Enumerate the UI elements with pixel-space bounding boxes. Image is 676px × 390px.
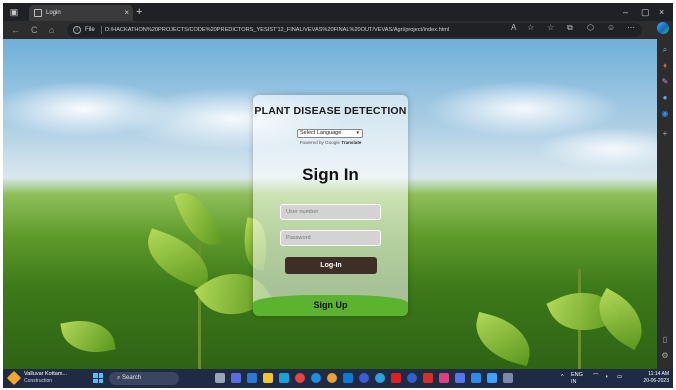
address-input[interactable]: i File D:/HACKATHON%20PROJECTS/CODE%20PR… xyxy=(67,23,642,37)
sidebar-toggle-icon[interactable]: ▯ xyxy=(660,335,670,345)
language-select-value: Select Language xyxy=(300,130,342,136)
chat-icon[interactable] xyxy=(231,373,241,383)
sign-up-button[interactable]: Sign Up xyxy=(253,295,408,316)
login-card: PLANT DISEASE DETECTION Select Language … xyxy=(253,95,408,316)
app-icon[interactable] xyxy=(503,373,513,383)
back-button[interactable]: ← xyxy=(11,24,20,36)
address-divider xyxy=(101,26,102,34)
leaf xyxy=(60,314,116,359)
tab-bar: ▣ Login × + – ▢ × xyxy=(3,3,673,21)
chrome-icon[interactable] xyxy=(295,373,305,383)
app-icon[interactable] xyxy=(455,373,465,383)
tab-close-icon[interactable]: × xyxy=(124,7,129,19)
battery-icon[interactable]: ▭ xyxy=(617,374,622,381)
read-aloud-icon[interactable]: A xyxy=(511,23,516,33)
app-title: PLANT DISEASE DETECTION xyxy=(254,105,407,117)
volume-icon[interactable]: ◖ xyxy=(605,374,608,381)
app-icon[interactable] xyxy=(327,373,337,383)
page-background: PLANT DISEASE DETECTION Select Language … xyxy=(3,39,657,369)
date-label: 20-06-2023 xyxy=(643,378,669,384)
tab-actions-icon[interactable]: ▣ xyxy=(8,6,20,18)
taskbar-search[interactable]: ⌕ Search xyxy=(109,372,179,385)
vscode-icon[interactable] xyxy=(343,373,353,383)
chevron-down-icon: ▾ xyxy=(356,130,359,136)
google-logo-text[interactable]: Google xyxy=(325,140,340,145)
minimize-button[interactable]: – xyxy=(623,5,628,19)
time-label: 11:14 AM xyxy=(648,371,669,377)
wifi-icon[interactable]: ⌒ xyxy=(593,374,599,381)
file-explorer-icon[interactable] xyxy=(263,373,273,383)
translate-link[interactable]: Translate xyxy=(341,140,361,145)
app-icon[interactable] xyxy=(471,373,481,383)
language-select[interactable]: Select Language ▾ xyxy=(297,129,363,138)
copilot-icon[interactable] xyxy=(657,22,669,34)
app-icon[interactable] xyxy=(407,373,417,383)
tools-icon[interactable]: ✎ xyxy=(660,77,670,87)
search-label: Search xyxy=(122,375,142,381)
collections-icon[interactable]: ⧉ xyxy=(567,23,573,33)
favorite-star-icon[interactable]: ☆ xyxy=(527,23,534,33)
favorites-icon[interactable]: ☆ xyxy=(547,23,554,33)
sign-in-heading: Sign In xyxy=(302,165,359,184)
home-button[interactable]: ⌂ xyxy=(49,24,54,36)
windows-taskbar: Valluvar Kottam... Construction ⌕ Search… xyxy=(3,369,673,388)
start-button[interactable] xyxy=(93,373,103,383)
page-favicon-icon xyxy=(34,9,42,17)
edge-sidebar: ⌕ ♦ ✎ ● ◉ + ▯ ⚙ xyxy=(657,39,673,369)
app-icon[interactable] xyxy=(311,373,321,383)
maximize-button[interactable]: ▢ xyxy=(641,5,650,19)
settings-icon[interactable]: ⚙ xyxy=(660,351,670,361)
edge-icon[interactable] xyxy=(279,373,289,383)
powered-by-label: Powered by xyxy=(299,140,324,145)
acrobat-icon[interactable] xyxy=(423,373,433,383)
google-translate-attribution: Powered by Google Translate xyxy=(253,140,408,145)
close-window-button[interactable]: × xyxy=(659,5,664,19)
new-tab-button[interactable]: + xyxy=(136,5,142,19)
refresh-button[interactable]: C xyxy=(31,24,38,36)
tab-login[interactable]: Login × xyxy=(29,5,133,21)
password-input[interactable]: Password xyxy=(280,230,381,246)
app-icon[interactable] xyxy=(247,373,257,383)
shopping-icon[interactable]: ♦ xyxy=(660,61,670,71)
weather-title[interactable]: Valluvar Kottam... xyxy=(24,371,67,378)
login-button[interactable]: Log-In xyxy=(285,257,377,274)
tray-overflow-icon[interactable]: ^ xyxy=(561,374,564,381)
leaf xyxy=(468,311,538,367)
tab-title: Login xyxy=(46,10,61,16)
youtube-icon[interactable] xyxy=(391,373,401,383)
outlook-icon[interactable]: ◉ xyxy=(660,109,670,119)
url-scheme-label: File xyxy=(85,27,95,33)
region-code: IN xyxy=(571,379,577,385)
language-code: ENG xyxy=(571,372,583,378)
task-view-icon[interactable] xyxy=(215,373,225,383)
taskbar-clock[interactable]: 11:14 AM 20-06-2023 xyxy=(643,371,669,385)
address-bar-row: ← C ⌂ i File D:/HACKATHON%20PROJECTS/COD… xyxy=(3,21,673,39)
weather-icon[interactable] xyxy=(6,370,22,386)
language-indicator[interactable]: ENG IN xyxy=(571,372,583,386)
profile-icon[interactable]: ☺ xyxy=(607,23,615,33)
app-icon[interactable] xyxy=(375,373,385,383)
search-icon[interactable]: ⌕ xyxy=(660,45,670,55)
url-text[interactable]: D:/HACKATHON%20PROJECTS/CODE%20PREDICTOR… xyxy=(105,26,449,34)
app-icon[interactable] xyxy=(487,373,497,383)
instagram-icon[interactable] xyxy=(439,373,449,383)
user-number-input[interactable]: User number xyxy=(280,204,381,220)
more-icon[interactable]: ⋯ xyxy=(627,23,635,33)
extensions-icon[interactable]: ⬡ xyxy=(587,23,594,33)
app-icon[interactable] xyxy=(359,373,369,383)
add-icon[interactable]: + xyxy=(660,129,670,139)
info-icon[interactable]: i xyxy=(73,26,81,34)
weather-subtitle: Construction xyxy=(24,378,53,384)
games-icon[interactable]: ● xyxy=(660,93,670,103)
browser-window: ▣ Login × + – ▢ × ← C ⌂ i File D:/HACKAT… xyxy=(3,3,673,388)
